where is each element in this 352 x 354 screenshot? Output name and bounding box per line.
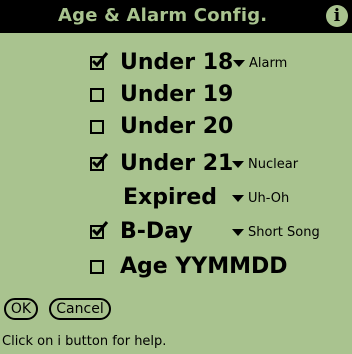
b-day-dropdown-value: Short Song xyxy=(248,225,320,240)
age-yymmdd-checkbox[interactable] xyxy=(90,260,104,274)
triangle-down-icon xyxy=(232,195,244,202)
form-title: Age & Alarm Config. xyxy=(58,5,268,26)
triangle-down-icon xyxy=(232,161,244,168)
row-age-yymmdd: Age YYMMDD xyxy=(0,252,352,282)
under-18-dropdown-value: Alarm xyxy=(249,56,288,71)
checkmark-icon xyxy=(91,52,109,68)
ok-button[interactable]: OK xyxy=(4,298,38,320)
expired-label: Expired xyxy=(123,185,218,210)
row-under-20: Under 20 xyxy=(0,112,352,142)
under-18-label: Under 18 xyxy=(120,50,234,75)
row-under-19: Under 19 xyxy=(0,80,352,110)
row-under-18: Under 18 Alarm xyxy=(0,48,352,78)
under-21-dropdown-value: Nuclear xyxy=(248,157,299,172)
age-yymmdd-label: Age YYMMDD xyxy=(120,254,288,279)
expired-dropdown-value: Uh-Oh xyxy=(248,191,290,206)
help-hint: Click on i button for help. xyxy=(2,334,167,349)
under-19-checkbox[interactable] xyxy=(90,88,104,102)
row-b-day: B-Day Short Song xyxy=(0,217,352,247)
title-bar: Age & Alarm Config. i xyxy=(0,0,352,33)
under-20-label: Under 20 xyxy=(120,114,234,139)
row-under-21: Under 21 Nuclear xyxy=(0,149,352,179)
b-day-label: B-Day xyxy=(120,219,193,244)
checkmark-icon xyxy=(91,221,109,237)
info-icon[interactable]: i xyxy=(326,5,348,27)
cancel-button[interactable]: Cancel xyxy=(49,298,111,320)
under-20-checkbox[interactable] xyxy=(90,120,104,134)
triangle-down-icon xyxy=(233,60,245,67)
under-18-checkbox[interactable] xyxy=(90,52,109,70)
under-21-checkbox[interactable] xyxy=(90,153,109,171)
under-19-label: Under 19 xyxy=(120,82,234,107)
checkmark-icon xyxy=(91,153,109,169)
row-expired: Expired Uh-Oh xyxy=(0,183,352,213)
triangle-down-icon xyxy=(232,229,244,236)
b-day-checkbox[interactable] xyxy=(90,221,109,239)
under-21-label: Under 21 xyxy=(120,151,234,176)
